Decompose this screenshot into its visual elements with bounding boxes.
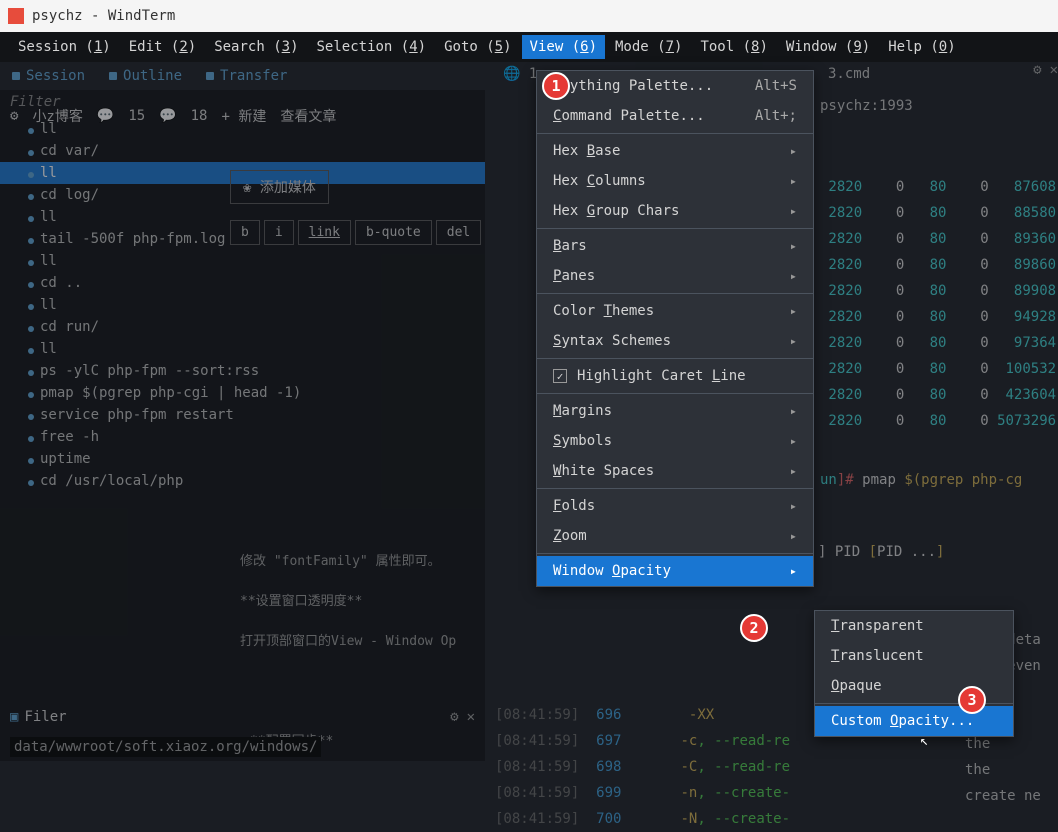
history-item[interactable]: ll	[0, 118, 485, 140]
gear-icon[interactable]: ⚙	[1033, 62, 1041, 90]
annotation-2: 2	[740, 614, 768, 642]
menu-item-hex-columns[interactable]: Hex Columns	[537, 166, 813, 196]
history-item[interactable]: free -h	[0, 426, 485, 448]
menu-item-hex-base[interactable]: Hex Base	[537, 136, 813, 166]
menu-goto[interactable]: Goto (5)	[436, 35, 519, 59]
menu-item-highlight-caret-line[interactable]: ✓Highlight Caret Line	[537, 361, 813, 391]
usage: ] PID [PID ...]	[818, 542, 944, 560]
editor-toolbar: b i link b-quote del	[230, 220, 481, 245]
close-icon[interactable]: ✕	[1050, 62, 1058, 90]
titlebar: psychz - WindTerm	[0, 0, 1058, 32]
tab-transfer[interactable]: Transfer	[194, 62, 299, 90]
app-icon	[8, 8, 24, 24]
menu-item-custom-opacity-[interactable]: Custom Opacity...	[815, 706, 1013, 736]
history-item[interactable]: ll	[0, 294, 485, 316]
menu-item-white-spaces[interactable]: White Spaces	[537, 456, 813, 486]
gear-icon[interactable]: ⚙	[450, 709, 458, 725]
menu-session[interactable]: Session (1)	[10, 35, 119, 59]
menu-selection[interactable]: Selection (4)	[309, 35, 435, 59]
menu-item-bars[interactable]: Bars	[537, 231, 813, 261]
cursor-icon: ↖	[920, 733, 928, 749]
annotation-1: 1	[542, 72, 570, 100]
menu-item-symbols[interactable]: Symbols	[537, 426, 813, 456]
link-button[interactable]: link	[298, 220, 351, 245]
history-item[interactable]: cd var/	[0, 140, 485, 162]
menu-mode[interactable]: Mode (7)	[607, 35, 690, 59]
menu-item-window-opacity[interactable]: Window Opacity	[537, 556, 813, 586]
menu-item-translucent[interactable]: Translucent	[815, 641, 1013, 671]
bquote-button[interactable]: b-quote	[355, 220, 432, 245]
menu-help[interactable]: Help (0)	[880, 35, 963, 59]
menu-search[interactable]: Search (3)	[206, 35, 306, 59]
menu-window[interactable]: Window (9)	[778, 35, 878, 59]
del-button[interactable]: del	[436, 220, 481, 245]
menu-item-syntax-schemes[interactable]: Syntax Schemes	[537, 326, 813, 356]
menu-item-zoom[interactable]: Zoom	[537, 521, 813, 551]
close-icon[interactable]: ✕	[467, 709, 475, 725]
window-title: psychz - WindTerm	[32, 8, 175, 24]
history-item[interactable]: ll	[0, 250, 485, 272]
filer-panel: ▣Filer ⚙✕	[0, 703, 485, 731]
menu-item-command-palette-[interactable]: Command Palette...Alt+;	[537, 101, 813, 131]
view-menu: Anything Palette...Alt+SCommand Palette.…	[536, 70, 814, 587]
tab-session[interactable]: Session	[0, 62, 97, 90]
history-item[interactable]: cd run/	[0, 316, 485, 338]
path-bar[interactable]: data/wwwroot/soft.xiaoz.org/windows/	[10, 737, 321, 757]
file-tab[interactable]: 3.cmd	[820, 62, 878, 86]
process-table: 2820 0 80 0 87608 3 2820 0 80 0 88580 3 …	[820, 174, 1058, 434]
menu-item-folds[interactable]: Folds	[537, 491, 813, 521]
menu-item-anything-palette-[interactable]: Anything Palette...Alt+S	[537, 71, 813, 101]
history-item[interactable]: cd /usr/local/php	[0, 470, 485, 492]
add-media-button[interactable]: ❀ 添加媒体	[230, 170, 329, 204]
annotation-3: 3	[958, 686, 986, 714]
history-item[interactable]: service php-fpm restart	[0, 404, 485, 426]
history-item[interactable]: pmap $(pgrep php-cgi | head -1)	[0, 382, 485, 404]
menu-tool[interactable]: Tool (8)	[692, 35, 775, 59]
menu-view[interactable]: View (6)	[522, 35, 605, 59]
history-item[interactable]: uptime	[0, 448, 485, 470]
term-header: psychz:1993	[820, 98, 913, 114]
history-item[interactable]: cd ..	[0, 272, 485, 294]
history-item[interactable]: ps -ylC php-fpm --sort:rss	[0, 360, 485, 382]
menu-item-hex-group-chars[interactable]: Hex Group Chars	[537, 196, 813, 226]
menu-item-transparent[interactable]: Transparent	[815, 611, 1013, 641]
menu-item-color-themes[interactable]: Color Themes	[537, 296, 813, 326]
prompt: un]# pmap $(pgrep php-cg	[820, 470, 1022, 488]
bold-button[interactable]: b	[230, 220, 260, 245]
window-opacity-submenu: TransparentTranslucentOpaqueCustom Opaci…	[814, 610, 1014, 737]
menu-item-panes[interactable]: Panes	[537, 261, 813, 291]
tab-outline[interactable]: Outline	[97, 62, 194, 90]
menu-item-margins[interactable]: Margins	[537, 396, 813, 426]
menubar: Session (1)Edit (2)Search (3)Selection (…	[0, 32, 1058, 62]
menu-edit[interactable]: Edit (2)	[121, 35, 204, 59]
italic-button[interactable]: i	[264, 220, 294, 245]
history-item[interactable]: ll	[0, 338, 485, 360]
